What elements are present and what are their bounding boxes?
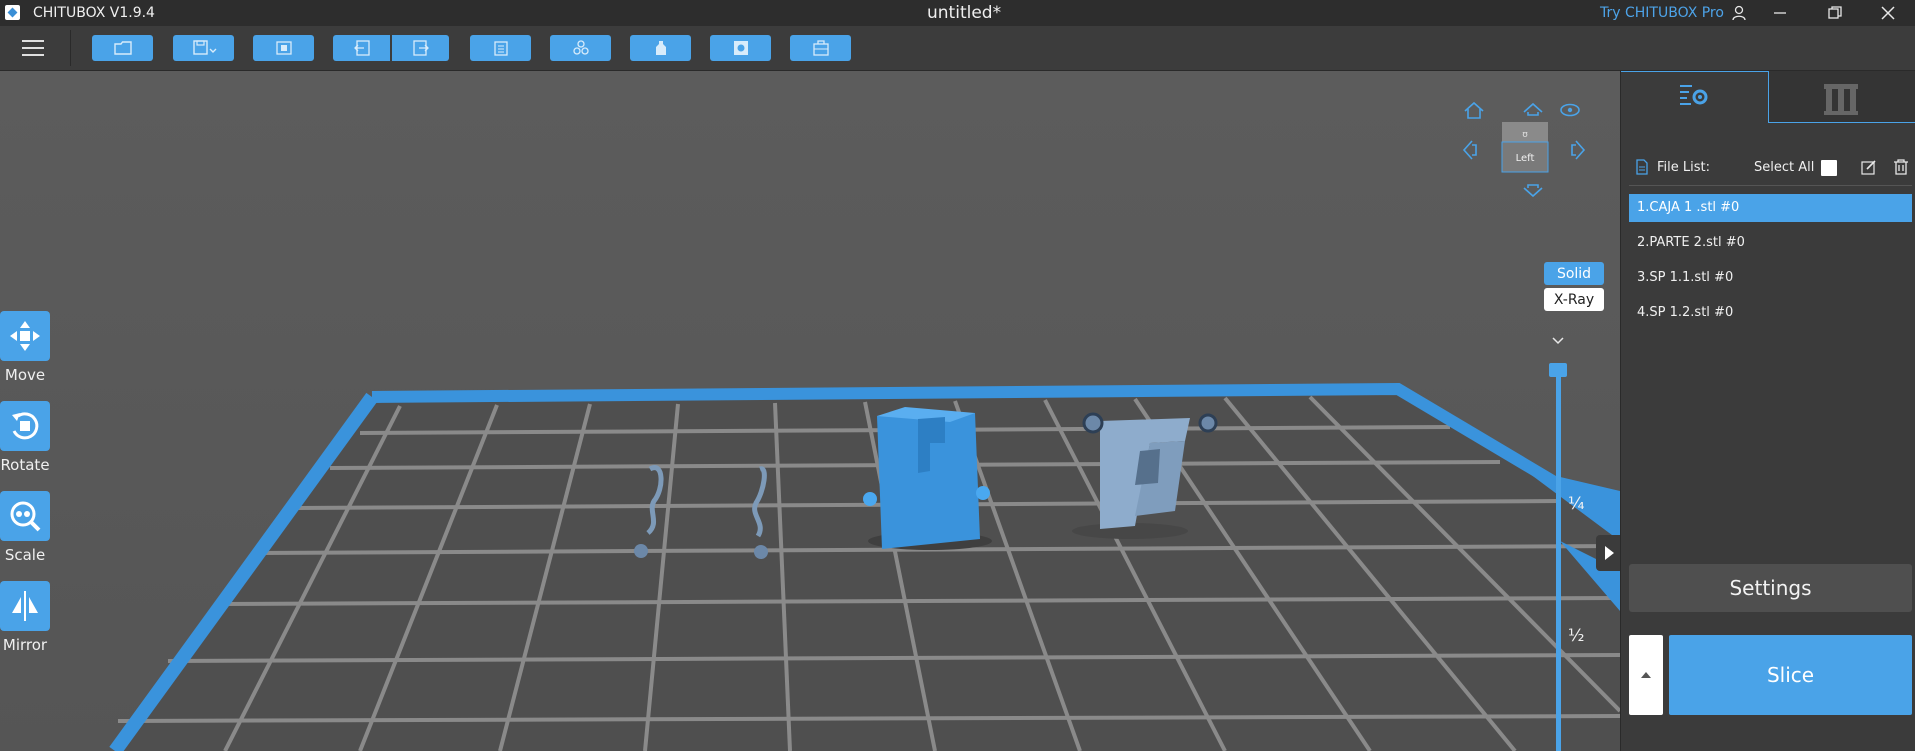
- box-icon: [812, 40, 829, 56]
- view-up-icon[interactable]: [1523, 102, 1543, 116]
- main-toolbar: [0, 26, 1915, 71]
- box-button[interactable]: [790, 35, 851, 61]
- supports-button[interactable]: [550, 35, 611, 61]
- slice-options-button[interactable]: [1629, 635, 1663, 715]
- rotate-icon[interactable]: [0, 401, 50, 451]
- collapse-chevron-icon[interactable]: [1550, 333, 1566, 347]
- document-title: untitled*: [927, 3, 1002, 23]
- close-icon[interactable]: [1873, 0, 1903, 26]
- user-icon[interactable]: [1728, 0, 1750, 26]
- tab-print-settings[interactable]: [1621, 71, 1769, 123]
- play-arrow-icon: [1605, 546, 1614, 560]
- 3d-viewport[interactable]: Move Rotate Scale Mirror ʊ Left Solid X-…: [0, 71, 1620, 751]
- panel-collapse-button[interactable]: [1596, 535, 1620, 571]
- dig-hole-button[interactable]: [710, 35, 771, 61]
- title-bar: CHITUBOX V1.9.4 untitled* Try CHITUBOX P…: [0, 0, 1915, 26]
- chitubox-logo-icon: [5, 5, 20, 20]
- supports-icon: [572, 40, 589, 55]
- hollow-button[interactable]: [630, 35, 691, 61]
- scale-icon[interactable]: [0, 491, 50, 541]
- clipboard-icon: [493, 41, 508, 56]
- select-all-checkbox[interactable]: [1821, 160, 1837, 176]
- layer-slider-handle[interactable]: [1549, 363, 1567, 377]
- build-plate-scene[interactable]: [0, 71, 1620, 751]
- slice-button[interactable]: Slice: [1669, 635, 1912, 715]
- select-all-label: Select All: [1754, 160, 1815, 175]
- file-list-divider: [1629, 185, 1912, 186]
- redo-button[interactable]: [392, 35, 449, 61]
- view-right-icon[interactable]: [1571, 140, 1586, 160]
- view-cube-face-label: Left: [1516, 153, 1535, 164]
- delete-icon[interactable]: [1893, 159, 1909, 179]
- file-list-item[interactable]: 3.SP 1.1.stl #0: [1629, 264, 1912, 292]
- rotate-tool[interactable]: Rotate: [0, 401, 50, 474]
- move-icon[interactable]: [0, 311, 50, 361]
- save-icon: [192, 40, 216, 55]
- restore-icon[interactable]: [1820, 0, 1850, 26]
- file-list-item[interactable]: 4.SP 1.2.stl #0: [1629, 299, 1912, 327]
- mirror-icon[interactable]: [0, 581, 50, 631]
- view-navigator[interactable]: ʊ Left: [1455, 95, 1595, 245]
- file-list-item[interactable]: 2.PARTE 2.stl #0: [1629, 229, 1912, 257]
- auto-layout-icon: [275, 41, 292, 55]
- view-left-icon[interactable]: [1462, 140, 1477, 160]
- hollow-icon: [655, 41, 666, 55]
- file-list-icon: [1635, 159, 1649, 179]
- view-down-icon[interactable]: [1523, 184, 1543, 198]
- mirror-tool[interactable]: Mirror: [0, 581, 50, 654]
- minimize-icon[interactable]: [1765, 0, 1795, 26]
- tab-printer[interactable]: [1769, 71, 1915, 123]
- auto-layout-button[interactable]: [253, 35, 314, 61]
- solid-mode-button[interactable]: Solid: [1544, 262, 1604, 285]
- hole-icon: [733, 41, 748, 55]
- undo-icon: [353, 40, 370, 56]
- layer-mark-quarter: ¼: [1568, 494, 1585, 514]
- folder-icon: [113, 41, 132, 55]
- view-cube[interactable]: ʊ Left: [1501, 122, 1549, 173]
- settings-button[interactable]: Settings: [1629, 564, 1912, 612]
- save-button[interactable]: [173, 35, 234, 61]
- scale-tool[interactable]: Scale: [0, 491, 50, 564]
- xray-mode-button[interactable]: X-Ray: [1544, 288, 1604, 311]
- layer-slider-track[interactable]: [1556, 367, 1561, 751]
- list-settings-icon: [1680, 85, 1708, 105]
- file-list-item[interactable]: 1.CAJA 1 .stl #0: [1629, 194, 1912, 222]
- paste-button[interactable]: [470, 35, 531, 61]
- edit-icon[interactable]: [1861, 159, 1877, 179]
- hamburger-menu-icon[interactable]: [20, 35, 46, 61]
- try-pro-link[interactable]: Try CHITUBOX Pro: [1600, 5, 1724, 21]
- undo-button[interactable]: [333, 35, 390, 61]
- move-tool[interactable]: Move: [0, 311, 50, 384]
- mirror-label: Mirror: [2, 636, 48, 654]
- layer-mark-half: ½: [1568, 626, 1585, 646]
- printer-icon: [1824, 84, 1858, 115]
- home-view-icon[interactable]: [1464, 101, 1484, 119]
- model-caja-1[interactable]: [863, 407, 992, 550]
- open-file-button[interactable]: [92, 35, 153, 61]
- file-list-label: File List:: [1657, 160, 1710, 175]
- app-title: CHITUBOX V1.9.4: [33, 5, 155, 21]
- toolbar-separator: [70, 30, 71, 66]
- scale-label: Scale: [4, 546, 46, 564]
- rotate-label: Rotate: [0, 456, 50, 474]
- svg-text:ʊ: ʊ: [1522, 130, 1528, 140]
- right-panel: File List: Select All 1.CAJA 1 .stl #0 2…: [1620, 71, 1915, 751]
- caret-up-icon: [1641, 672, 1651, 678]
- move-label: Move: [4, 366, 46, 384]
- redo-icon: [412, 40, 429, 56]
